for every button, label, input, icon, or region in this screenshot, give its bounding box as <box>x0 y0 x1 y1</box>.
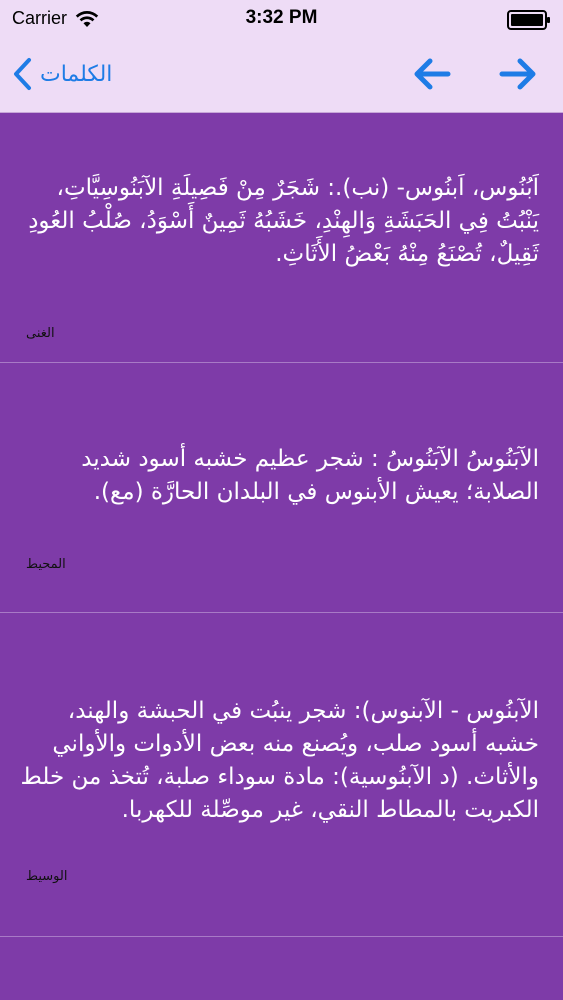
chevron-left-icon <box>14 58 31 90</box>
definition-text: الآبَنُوسُ الآبَنُوسُ : شجر عظيم خشبه أس… <box>81 446 539 505</box>
navigation-bar: الكلمات <box>0 44 563 108</box>
definition-source: الغنى <box>26 326 55 341</box>
back-button-label: الكلمات <box>40 61 113 87</box>
top-header: Carrier 3:32 PM الكلمات <box>0 0 563 113</box>
next-arrow-icon[interactable] <box>498 56 538 92</box>
definition-source: المحيط <box>26 557 66 572</box>
back-button[interactable]: الكلمات <box>10 54 112 94</box>
definition-entry: اَبُنُوس، اَبنُوس- (نب).: شَجَرٌ مِنْ فَ… <box>0 114 563 363</box>
status-time: 3:32 PM <box>245 7 318 28</box>
definitions-list[interactable]: اَبُنُوس، اَبنُوس- (نب).: شَجَرٌ مِنْ فَ… <box>0 114 563 1000</box>
previous-arrow-icon[interactable] <box>412 56 452 92</box>
battery-icon <box>507 10 550 30</box>
definition-entry: الآبَنُوسُ الآبَنُوسُ : شجر عظيم خشبه أس… <box>0 363 563 613</box>
definition-text: الآبنُوس - الآبنوس): شجر ينبُت في الحبشة… <box>20 698 540 823</box>
definition-text: اَبُنُوس، اَبنُوس- (نب).: شَجَرٌ مِنْ فَ… <box>28 175 539 267</box>
definition-source: الوسيط <box>26 869 68 884</box>
definition-entry: الآبنُوس - الآبنوس): شجر ينبُت في الحبشة… <box>0 613 563 937</box>
status-bar: Carrier 3:32 PM <box>0 0 563 40</box>
